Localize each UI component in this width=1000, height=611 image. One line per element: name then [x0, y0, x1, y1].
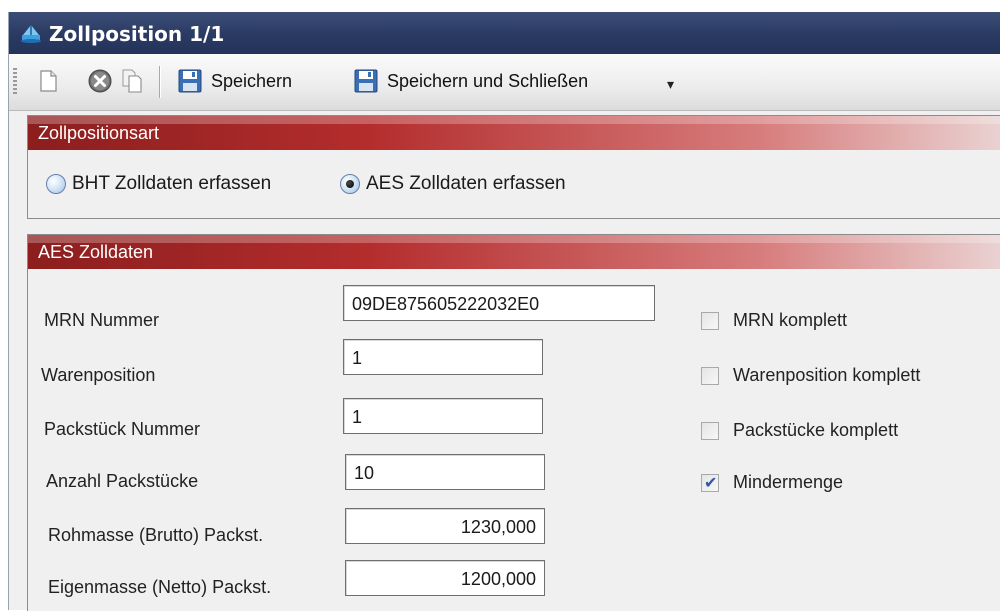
toolbar-separator: [159, 66, 160, 98]
toolbar-grip[interactable]: [13, 68, 17, 96]
mrn-komplett-checkbox[interactable]: MRN komplett: [701, 310, 847, 331]
checkbox-box-checked[interactable]: [701, 473, 719, 493]
window-title: Zollposition 1/1: [49, 22, 225, 46]
mindermenge-label: Mindermenge: [733, 472, 844, 492]
warenposition-komplett-checkbox[interactable]: Warenposition komplett: [701, 365, 920, 386]
radio-bht-zolldaten[interactable]: BHT Zolldaten erfassen: [46, 173, 271, 195]
radio-aes-label: AES Zolldaten erfassen: [366, 173, 566, 194]
checkbox-box[interactable]: [701, 311, 719, 330]
anzahl-packstuecke-field[interactable]: 10: [345, 454, 545, 490]
copy-document-icon[interactable]: [119, 68, 145, 94]
new-document-icon[interactable]: [35, 68, 61, 94]
warenposition-komplett-label: Warenposition komplett: [733, 365, 921, 385]
radio-button-checked[interactable]: [340, 174, 360, 194]
app-icon: [21, 25, 41, 43]
packstueck-nummer-label: Packstück Nummer: [44, 419, 201, 439]
mrn-field[interactable]: 09DE875605222032E0: [343, 285, 655, 321]
title-bar: Zollposition 1/1: [9, 12, 1000, 54]
rohmasse-field[interactable]: 1230,000: [345, 508, 545, 544]
radio-button-unchecked[interactable]: [46, 174, 66, 194]
toolbar: Speichern Speichern und Schließen ▾: [9, 54, 1000, 111]
packstuecke-komplett-label: Packstücke komplett: [733, 420, 899, 440]
toolbar-overflow-chevron-icon[interactable]: ▾: [667, 76, 674, 93]
mindermenge-checkbox[interactable]: Mindermenge: [701, 472, 843, 493]
warenposition-label: Warenposition: [41, 365, 156, 385]
floppy-disk-icon: [354, 69, 378, 93]
radio-aes-zolldaten[interactable]: AES Zolldaten erfassen: [340, 173, 566, 195]
anzahl-packstuecke-label: Anzahl Packstücke: [46, 471, 199, 491]
cancel-icon[interactable]: [87, 68, 113, 94]
packstueck-nummer-field[interactable]: 1: [343, 398, 543, 434]
radio-bht-label: BHT Zolldaten erfassen: [72, 173, 272, 194]
save-and-close-button[interactable]: Speichern und Schließen: [353, 67, 588, 95]
zollpositionsart-header: Zollpositionsart: [28, 116, 1000, 150]
checkbox-box[interactable]: [701, 421, 719, 440]
checkbox-box[interactable]: [701, 366, 719, 385]
aes-zolldaten-panel: AES Zolldaten MRN Nummer 09DE87560522203…: [27, 234, 1000, 611]
save-button-label: Speichern: [211, 70, 293, 91]
zollpositionsart-panel: Zollpositionsart BHT Zolldaten erfassen …: [27, 115, 1000, 219]
packstuecke-komplett-checkbox[interactable]: Packstücke komplett: [701, 420, 898, 441]
floppy-disk-icon: [178, 69, 202, 93]
save-button[interactable]: Speichern: [177, 67, 292, 95]
mrn-label: MRN Nummer: [44, 310, 159, 330]
warenposition-field[interactable]: 1: [343, 339, 543, 375]
save-and-close-button-label: Speichern und Schließen: [387, 70, 589, 91]
zollposition-window: Zollposition 1/1 Speichern Speichern und…: [8, 12, 1000, 611]
aes-zolldaten-header: AES Zolldaten: [28, 235, 1000, 269]
rohmasse-label: Rohmasse (Brutto) Packst.: [48, 525, 264, 545]
mrn-komplett-label: MRN komplett: [733, 310, 848, 330]
eigenmasse-field[interactable]: 1200,000: [345, 560, 545, 596]
eigenmasse-label: Eigenmasse (Netto) Packst.: [48, 577, 272, 597]
